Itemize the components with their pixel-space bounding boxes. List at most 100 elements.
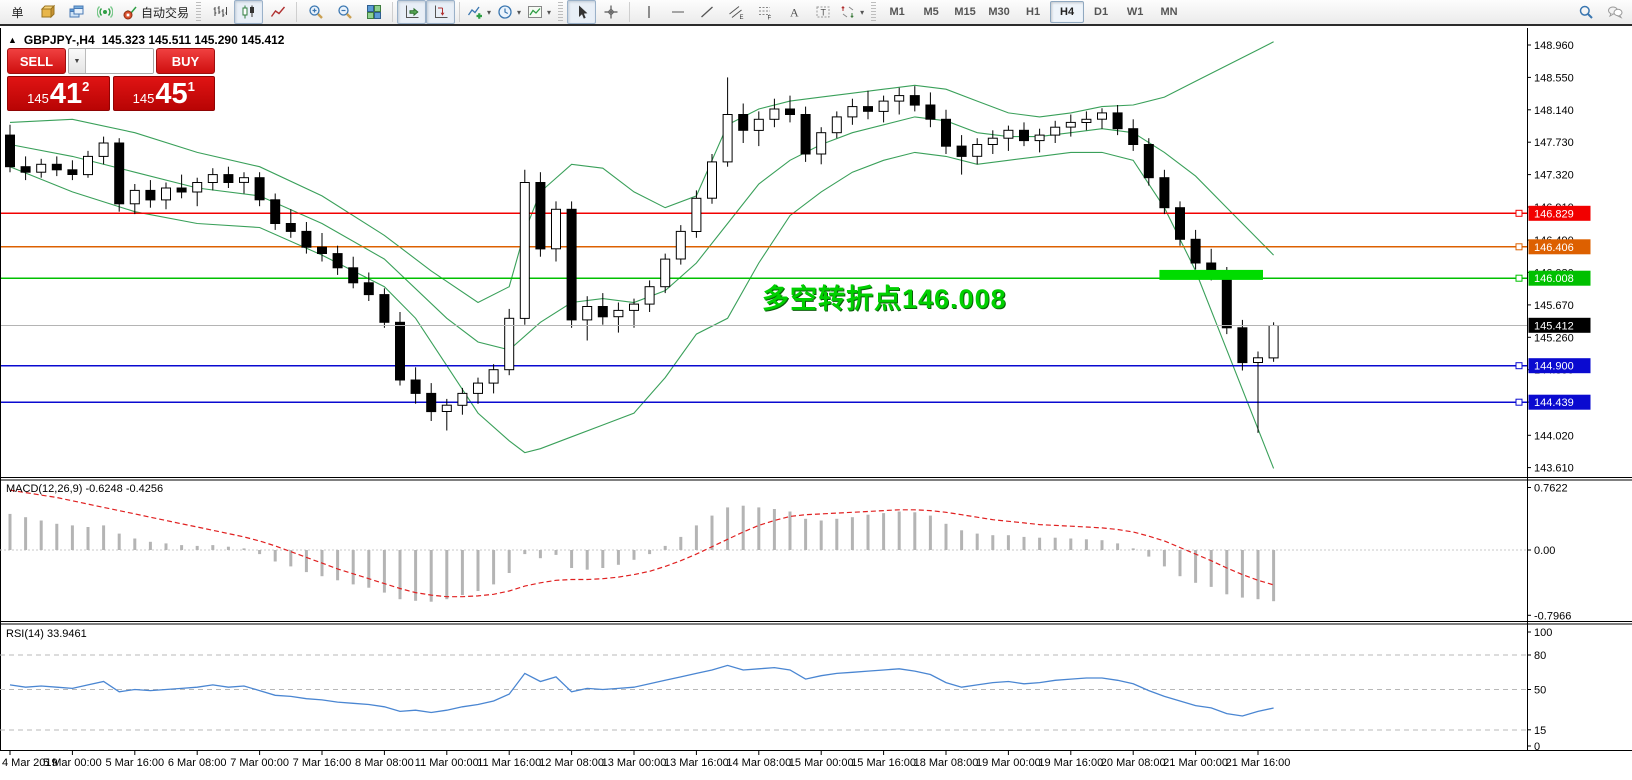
bars-icon [212,4,228,20]
chevron-down-icon[interactable]: ▾ [487,8,491,17]
bull-candle [1098,113,1107,119]
bull-candle [84,156,93,174]
cursor-button[interactable] [567,0,596,24]
bear-candle [957,146,966,156]
time-tick-label: 19 Mar 00:00 [976,757,1041,769]
collapse-panel-icon[interactable]: ▲ [8,35,17,45]
zoom-in-button[interactable] [301,0,330,24]
sell-button[interactable]: SELL [7,48,66,74]
buy-price-box[interactable]: 145 45 1 [113,76,216,111]
bear-candle [333,254,342,268]
bear-candle [1222,273,1231,328]
volume-decrease-button[interactable]: ▼ [69,49,86,73]
market-windows-button[interactable] [61,0,90,24]
price-tick-label: 144.020 [1534,430,1574,442]
time-tick-label: 21 Mar 16:00 [1226,757,1291,769]
timeframe-button-m1[interactable]: M1 [880,1,914,23]
rsi-line [10,665,1274,716]
zoom-out-button[interactable] [330,0,359,24]
chart-cube-button[interactable] [32,0,61,24]
sell-price-box[interactable]: 145 41 2 [7,76,110,111]
rsi-pane: 1008050150 [0,627,1552,753]
horizontal-line-button[interactable] [663,0,692,24]
bear-candle [146,190,155,200]
arrows-button[interactable]: ▾ [837,0,867,24]
timeframe-button-mn[interactable]: MN [1152,1,1186,23]
bear-candle [286,224,295,232]
bull-candle [1004,130,1013,138]
time-tick-label: 8 Mar 08:00 [355,757,414,769]
cursor-icon [574,4,590,20]
level-handle [1516,275,1522,281]
bear-candle [1176,208,1185,240]
tile-icon [366,4,382,20]
bar-chart-button[interactable] [205,0,234,24]
periods-button[interactable]: ▾ [494,0,524,24]
indicators-button[interactable]: ▾ [464,0,494,24]
time-tick-label: 12 Mar 08:00 [539,757,604,769]
vertical-line-button[interactable] [634,0,663,24]
trendline-button[interactable] [692,0,721,24]
bear-candle [598,307,607,317]
volume-stepper: ▼ ▲ [68,48,154,74]
time-tick-label: 15 Mar 16:00 [851,757,916,769]
search-button[interactable] [1571,0,1600,24]
bull-candle [1254,358,1263,363]
rsi-scale-label: 50 [1534,685,1546,697]
svg-text:A: A [790,6,799,20]
bear-candle [536,183,545,249]
channel-icon: E [728,4,744,20]
new-order-button[interactable]: 单 [3,0,32,24]
bear-candle [396,322,405,380]
candles-icon [241,4,257,20]
bull-candle [630,304,639,310]
auto-scroll-button[interactable] [397,0,426,24]
fibonacci-button[interactable]: F [750,0,779,24]
level-price-label-text: 144.900 [1534,361,1574,373]
chart-canvas[interactable]: 148.960148.550148.140147.730147.320146.9… [0,0,1632,780]
timeframe-button-h1[interactable]: H1 [1016,1,1050,23]
chevron-down-icon[interactable]: ▾ [547,8,551,17]
timeframe-button-w1[interactable]: W1 [1118,1,1152,23]
channel-button[interactable]: E [721,0,750,24]
timeframe-button-d1[interactable]: D1 [1084,1,1118,23]
level-price-label-text: 146.829 [1534,208,1574,220]
bear-candle [380,295,389,323]
timeframe-button-m15[interactable]: M15 [948,1,982,23]
chevron-down-icon[interactable]: ▾ [517,8,521,17]
chevron-down-icon[interactable]: ▾ [860,8,864,17]
timeframe-button-h4[interactable]: H4 [1050,1,1084,23]
sell-price-sup: 2 [82,79,89,94]
buy-button[interactable]: BUY [156,48,215,74]
timeframe-button-m5[interactable]: M5 [914,1,948,23]
candlestick-chart-button[interactable] [234,0,263,24]
crosshair-button[interactable] [596,0,625,24]
signals-button[interactable] [90,0,119,24]
bear-candle [427,393,436,411]
tile-windows-button[interactable] [359,0,388,24]
bull-candle [208,175,217,183]
zoom-in-icon [308,4,324,20]
buy-price-prefix: 145 [133,91,155,106]
bull-candle [1269,326,1278,358]
clock-icon [497,4,513,20]
bull-candle [988,138,997,144]
macd-signal-line [10,490,1274,597]
bull-candle [162,188,171,200]
auto-trading-button[interactable]: 自动交易 [119,0,192,24]
time-tick-label: 6 Mar 08:00 [168,757,227,769]
volume-input[interactable] [86,49,154,73]
chat-button[interactable] [1600,0,1629,24]
toolbar-separator [629,2,630,22]
time-tick-label: 19 Mar 16:00 [1038,757,1103,769]
templates-button[interactable]: ▾ [524,0,554,24]
rsi-scale-label: 0 [1534,741,1540,753]
label-t-icon: T [815,4,831,20]
chart-shift-button[interactable] [426,0,455,24]
label-button[interactable]: T [808,0,837,24]
text-button[interactable]: A [779,0,808,24]
price-tick-label: 145.670 [1534,300,1574,312]
bull-candle [1035,135,1044,141]
line-chart-button[interactable] [263,0,292,24]
timeframe-button-m30[interactable]: M30 [982,1,1016,23]
